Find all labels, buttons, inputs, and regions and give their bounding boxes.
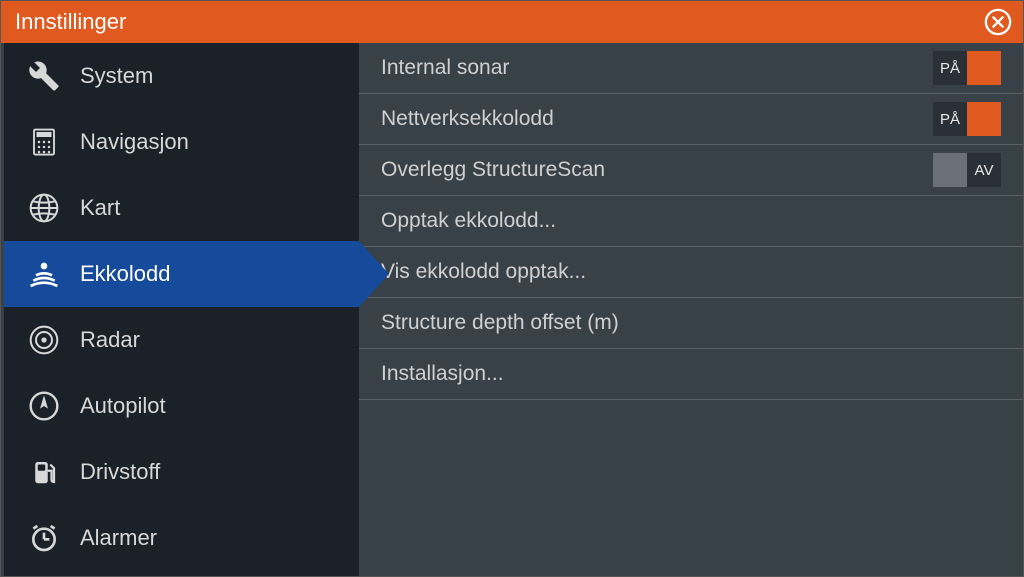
settings-window: Innstillinger System Navigasjon	[0, 0, 1024, 577]
sidebar-item-label: Kart	[80, 195, 120, 221]
fuel-icon	[26, 454, 62, 490]
toggle-overlay-structurescan[interactable]: AV	[933, 153, 1001, 187]
setting-label: Internal sonar	[381, 56, 509, 80]
toggle-on-label: PÅ	[933, 51, 967, 85]
setting-label: Vis ekkolodd opptak...	[381, 260, 586, 284]
sidebar-item-sonar[interactable]: Ekkolodd	[4, 241, 359, 307]
toggle-off-label: AV	[967, 153, 1001, 187]
compass-icon	[26, 388, 62, 424]
close-icon	[984, 8, 1012, 36]
wrench-icon	[26, 58, 62, 94]
sonar-icon	[26, 256, 62, 292]
calculator-icon	[26, 124, 62, 160]
setting-view-sonar-log[interactable]: Vis ekkolodd opptak...	[359, 247, 1023, 298]
globe-icon	[26, 190, 62, 226]
sidebar-item-label: System	[80, 63, 153, 89]
sidebar-item-autopilot[interactable]: Autopilot	[4, 373, 359, 439]
toggle-network-sonar[interactable]: PÅ	[933, 102, 1001, 136]
sidebar-item-label: Drivstoff	[80, 459, 160, 485]
sidebar-item-label: Navigasjon	[80, 129, 189, 155]
alarm-icon	[26, 520, 62, 556]
sidebar-item-chart[interactable]: Kart	[4, 175, 359, 241]
sidebar-item-alarms[interactable]: Alarmer	[4, 505, 359, 571]
sidebar-item-fuel[interactable]: Drivstoff	[4, 439, 359, 505]
sidebar-item-navigation[interactable]: Navigasjon	[4, 109, 359, 175]
close-button[interactable]	[983, 7, 1013, 37]
sidebar-item-label: Alarmer	[80, 525, 157, 551]
toggle-internal-sonar[interactable]: PÅ	[933, 51, 1001, 85]
setting-label: Opptak ekkolodd...	[381, 209, 556, 233]
toggle-thumb	[967, 102, 1001, 136]
setting-overlay-structurescan[interactable]: Overlegg StructureScan AV	[359, 145, 1023, 196]
setting-structure-depth-offset[interactable]: Structure depth offset (m)	[359, 298, 1023, 349]
setting-network-sonar[interactable]: Nettverksekkolodd PÅ	[359, 94, 1023, 145]
sidebar-item-system[interactable]: System	[4, 43, 359, 109]
toggle-thumb	[933, 153, 967, 187]
setting-label: Installasjon...	[381, 362, 504, 386]
main-panel: Internal sonar PÅ Nettverksekkolodd PÅ O…	[359, 43, 1023, 576]
sidebar-item-label: Autopilot	[80, 393, 166, 419]
toggle-thumb	[967, 51, 1001, 85]
setting-record-sonar[interactable]: Opptak ekkolodd...	[359, 196, 1023, 247]
setting-label: Overlegg StructureScan	[381, 158, 605, 182]
window-title: Innstillinger	[15, 9, 126, 35]
radar-icon	[26, 322, 62, 358]
sidebar: System Navigasjon Kart Ekkolodd	[1, 43, 359, 576]
sidebar-item-radar[interactable]: Radar	[4, 307, 359, 373]
setting-installation[interactable]: Installasjon...	[359, 349, 1023, 400]
setting-internal-sonar[interactable]: Internal sonar PÅ	[359, 43, 1023, 94]
sidebar-item-label: Radar	[80, 327, 140, 353]
content-area: System Navigasjon Kart Ekkolodd	[1, 43, 1023, 576]
sidebar-item-label: Ekkolodd	[80, 261, 171, 287]
toggle-on-label: PÅ	[933, 102, 967, 136]
setting-label: Nettverksekkolodd	[381, 107, 554, 131]
setting-label: Structure depth offset (m)	[381, 311, 619, 335]
title-bar: Innstillinger	[1, 1, 1023, 43]
